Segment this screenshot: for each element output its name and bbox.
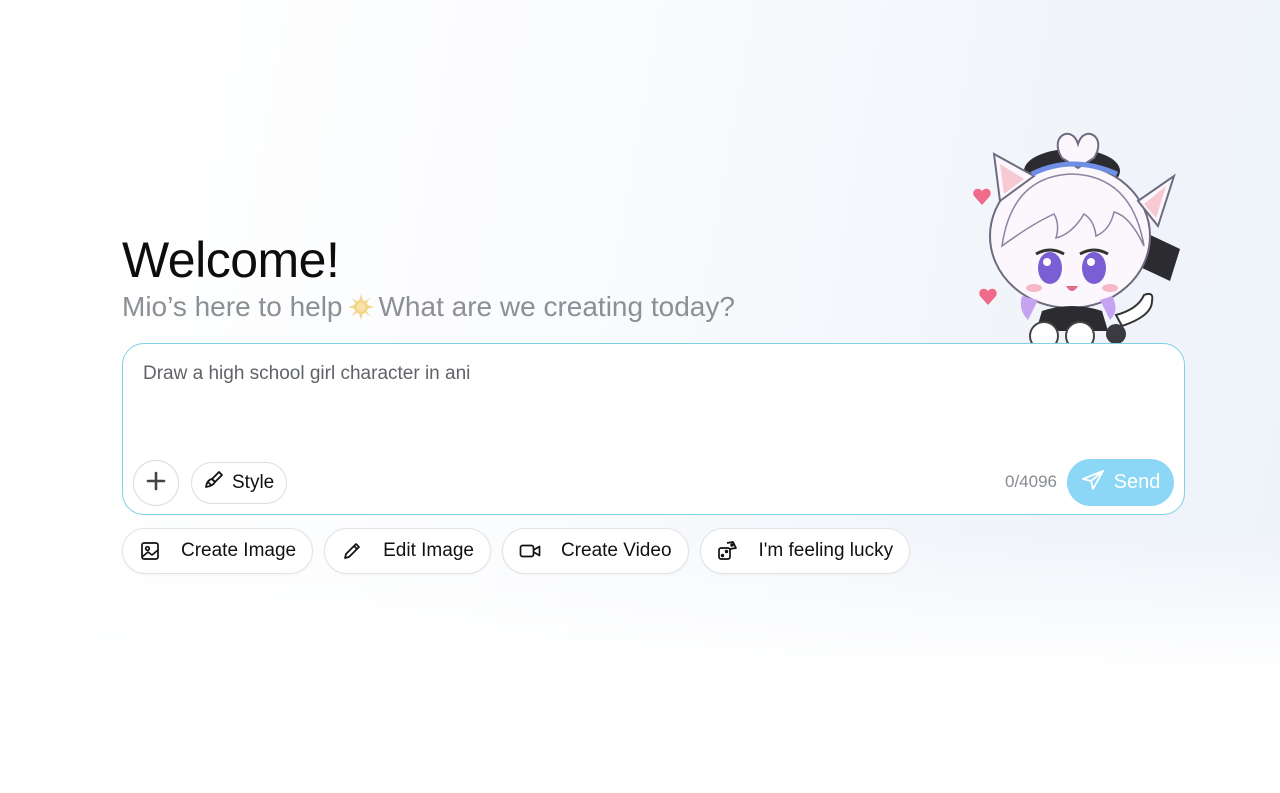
character-count: 0/4096 [1005,472,1057,491]
paper-plane-icon [1081,469,1105,497]
style-button[interactable]: Style [191,462,288,504]
image-icon [139,540,161,562]
style-button-label: Style [232,472,275,493]
add-attachment-button[interactable] [133,460,179,506]
subtitle-text-start: Mio’s here to help [122,291,343,322]
create-video-button[interactable]: Create Video [501,528,689,574]
subtitle-text-end: What are we creating today? [378,291,735,322]
sparkle-sun-icon [347,293,375,321]
feeling-lucky-label: I'm feeling lucky [758,540,894,561]
send-button[interactable]: Send [1067,459,1174,506]
create-video-label: Create Video [560,540,672,561]
welcome-subtitle: Mio’s here to help What are we creating … [122,290,735,324]
hero: Welcome! Mio’s here to help What are we [122,232,735,324]
feeling-lucky-button[interactable]: I'm feeling lucky [699,528,911,574]
plus-icon [146,471,166,496]
prompt-input[interactable]: Draw a high school girl character in ani [143,362,1143,452]
mascot-illustration [962,126,1192,352]
welcome-title: Welcome! [122,232,340,288]
pencil-icon [341,540,363,562]
paintbrush-icon [204,470,224,496]
send-button-label: Send [1113,471,1161,493]
create-image-button[interactable]: Create Image [122,528,314,574]
edit-image-button[interactable]: Edit Image [324,528,491,574]
prompt-box: Draw a high school girl character in ani… [122,343,1185,515]
dice-icon [717,540,739,562]
create-image-label: Create Image [181,540,297,561]
video-icon [519,540,541,562]
quick-actions: Create Image Edit Image Create Video I'm… [122,528,911,574]
edit-image-label: Edit Image [383,540,474,561]
